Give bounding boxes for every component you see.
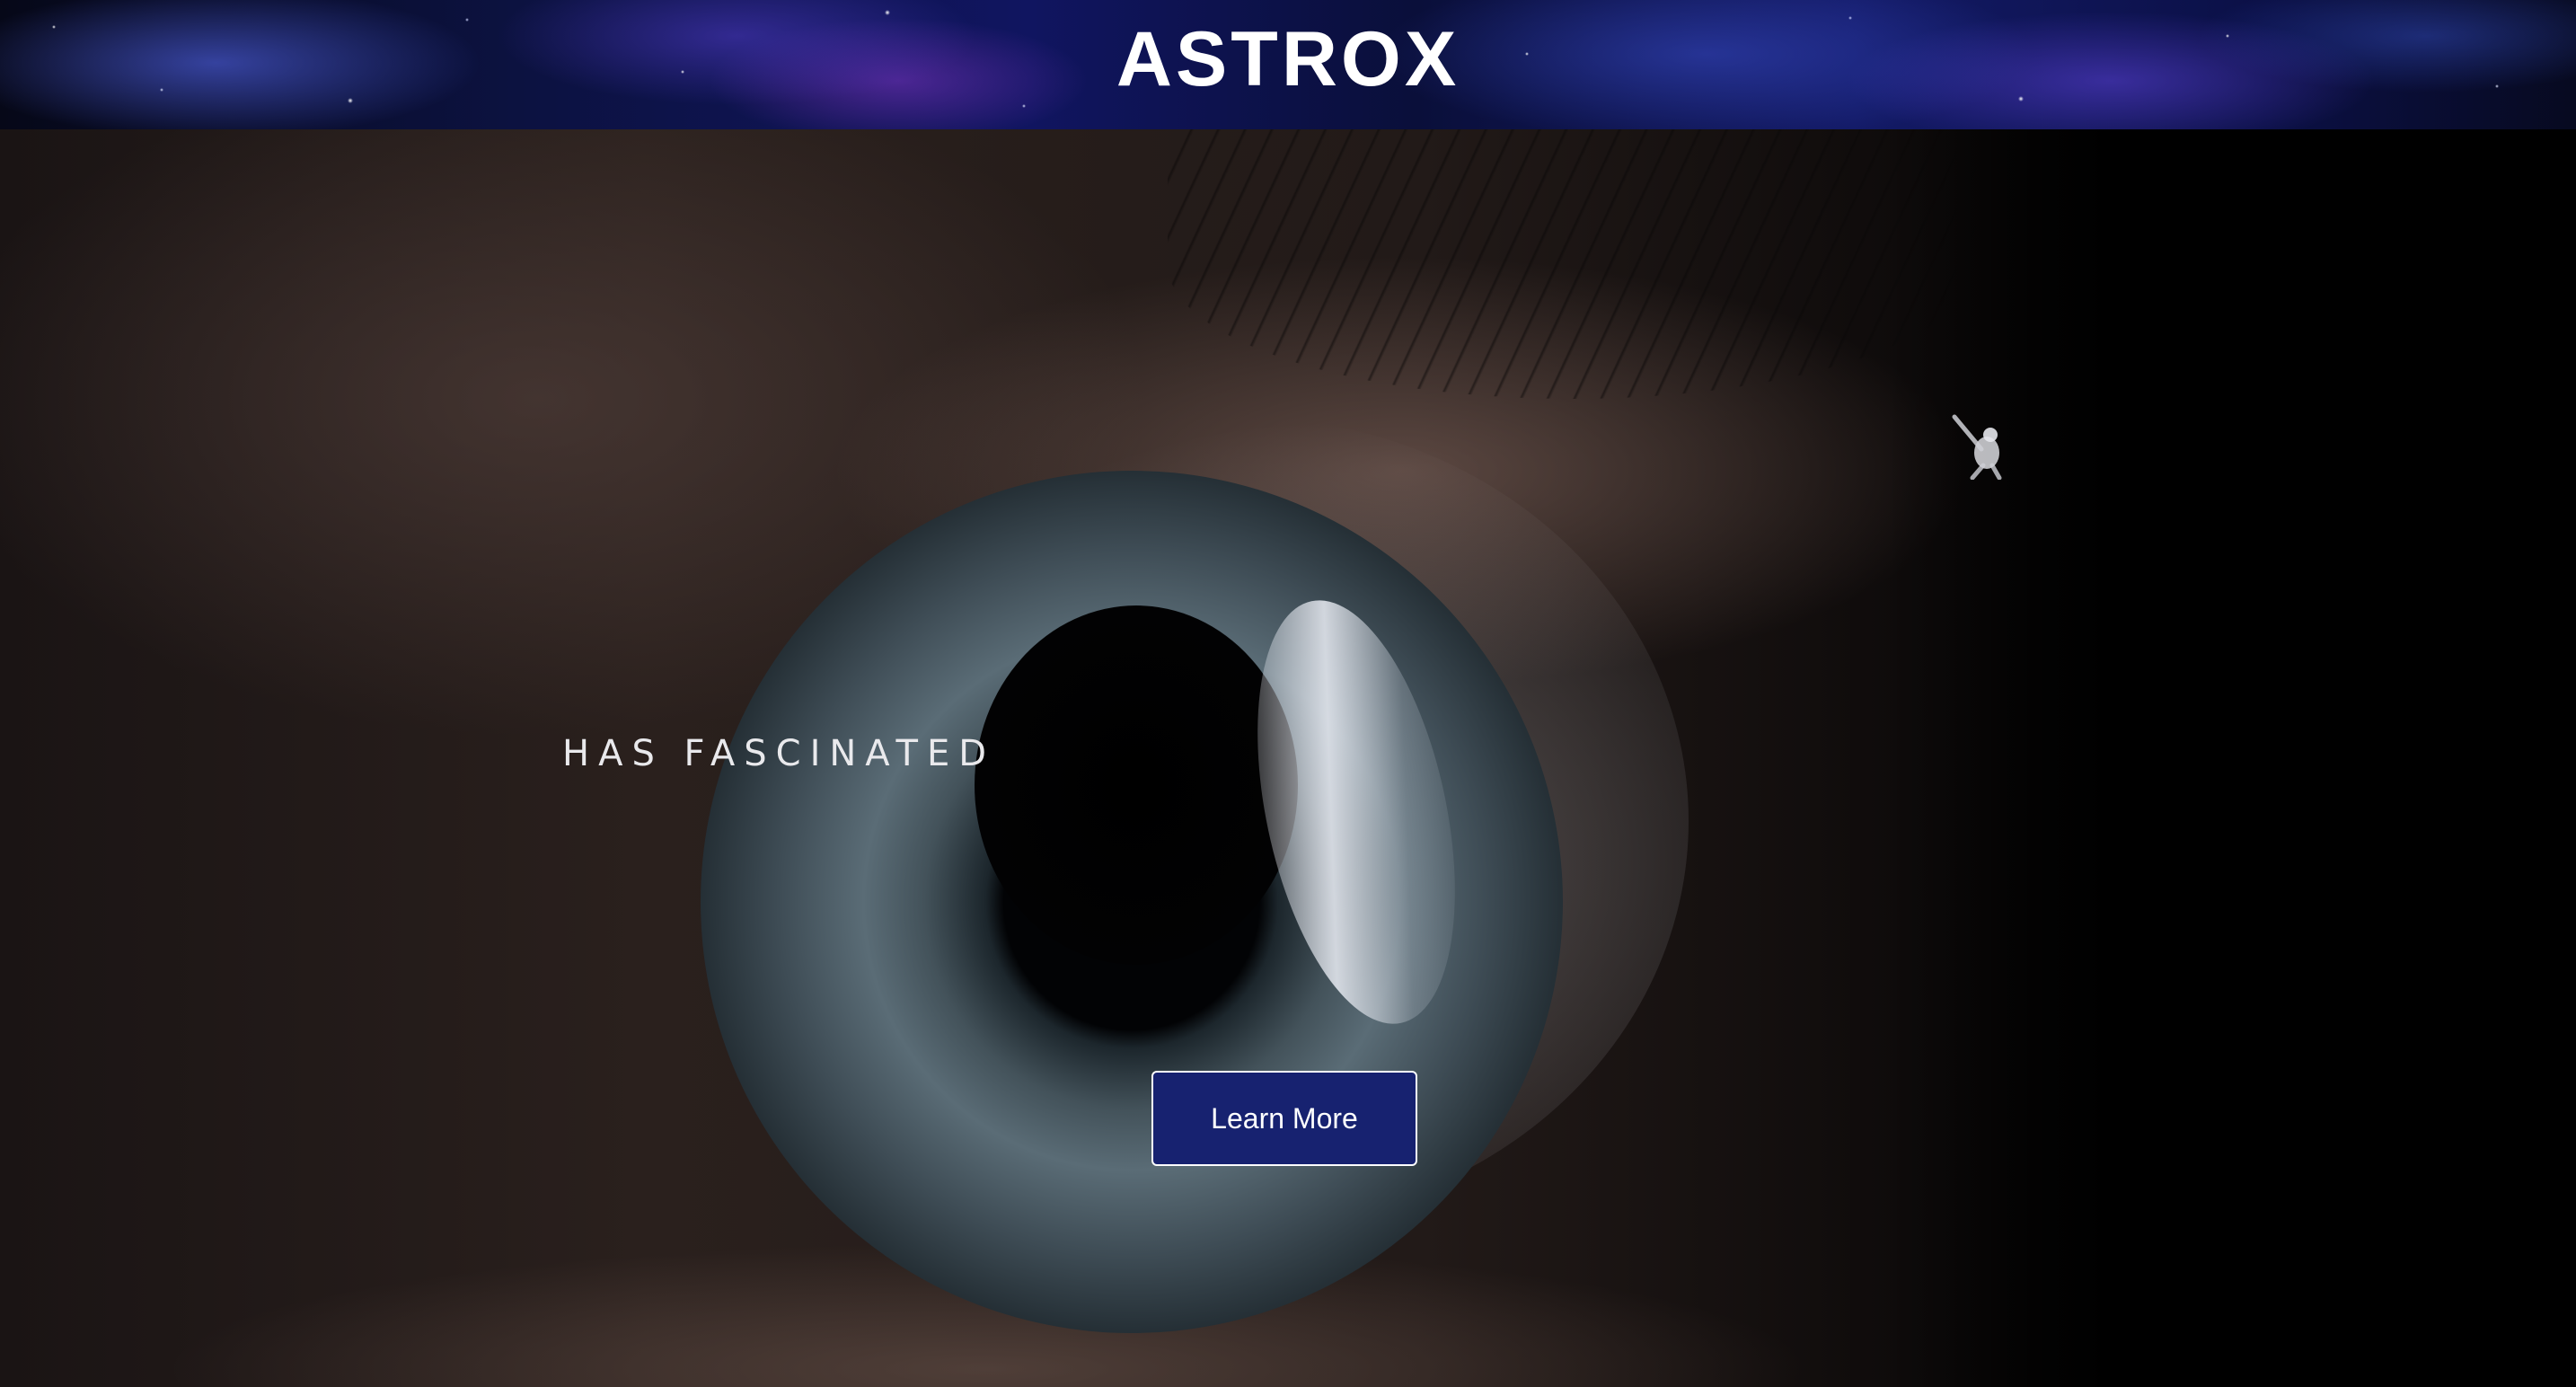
hero-video-background <box>0 129 2576 1387</box>
learn-more-button[interactable]: Learn More <box>1151 1071 1417 1166</box>
astronaut-icon <box>1952 414 2002 480</box>
hero-section: HAS FASCINATED Learn More <box>0 129 2576 1387</box>
brand-logo-title[interactable]: ASTROX <box>0 0 2576 129</box>
eye-pupil <box>975 605 1298 965</box>
eyelashes <box>1168 129 1976 399</box>
hero-dark-fade <box>1886 129 2576 1387</box>
hero-tagline: HAS FASCINATED <box>562 733 996 774</box>
site-header: ASTROX <box>0 0 2576 129</box>
